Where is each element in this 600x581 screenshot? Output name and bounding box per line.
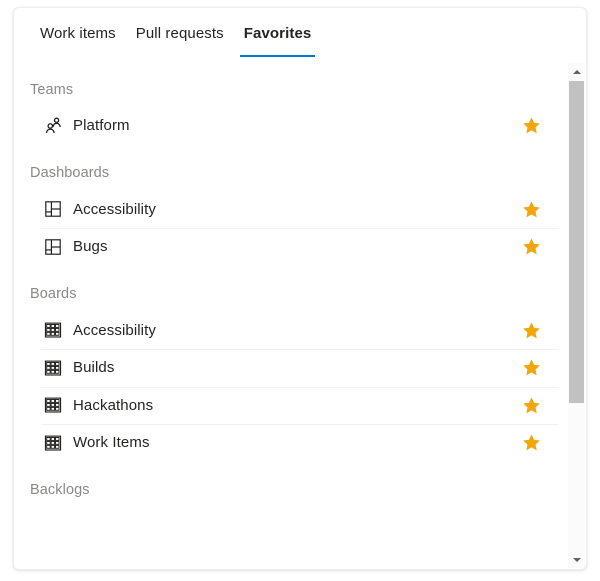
favorite-star-icon[interactable] (522, 358, 541, 377)
favorite-row-label: Platform (73, 117, 130, 135)
section-header-backlogs: Backlogs (30, 481, 90, 498)
favorite-star-icon[interactable] (522, 116, 541, 135)
favorite-row[interactable]: Bugs (29, 228, 558, 266)
chevron-down-icon (572, 557, 581, 562)
favorites-list: Teams Platform Dashboards Accessibility Bugs… (14, 63, 568, 508)
section-header-boards: Boards (30, 285, 77, 302)
tab-favorites[interactable]: Favorites (234, 8, 322, 57)
favorite-row[interactable]: Platform (29, 107, 558, 145)
chevron-up-icon (572, 69, 581, 74)
favorite-star-icon[interactable] (522, 200, 541, 219)
favorite-row-label: Bugs (73, 238, 108, 256)
favorite-star-icon[interactable] (522, 321, 541, 340)
favorite-row[interactable]: Accessibility (29, 191, 558, 229)
scrollbar-thumb[interactable] (569, 81, 584, 403)
favorite-star-icon[interactable] (522, 237, 541, 256)
favorites-panel: Work items Pull requests Favorites Teams Pl… (13, 7, 587, 570)
dashboard-icon (42, 199, 64, 219)
board-icon (42, 358, 64, 378)
favorite-row-label: Hackathons (73, 396, 154, 414)
scroll-down-button[interactable] (568, 551, 585, 568)
tab-bar: Work items Pull requests Favorites (14, 8, 586, 63)
tab-label: Favorites (243, 25, 312, 42)
favorite-star-icon[interactable] (522, 396, 541, 415)
tab-work-items[interactable]: Work items (30, 8, 126, 42)
favorite-row[interactable]: Hackathons (29, 386, 558, 425)
section-header-teams: Teams (30, 82, 74, 98)
dashboard-icon (42, 237, 64, 257)
favorite-row-label: Accessibility (73, 200, 156, 218)
favorite-row[interactable]: Work Items (29, 424, 558, 462)
tab-active-indicator (239, 55, 316, 57)
favorite-row-label: Work Items (73, 434, 150, 452)
vertical-scrollbar[interactable] (568, 63, 585, 568)
favorite-row-label: Accessibility (73, 321, 156, 339)
tab-label: Pull requests (135, 25, 224, 42)
tab-label: Work items (40, 25, 116, 42)
board-icon (42, 395, 64, 415)
section-header-dashboards: Dashboards (30, 164, 110, 181)
board-icon (42, 320, 64, 340)
favorite-row[interactable]: Builds (29, 349, 558, 387)
favorite-row[interactable]: Accessibility (29, 312, 558, 350)
tab-pull-requests[interactable]: Pull requests (126, 8, 234, 42)
favorites-scroll-region: Teams Platform Dashboards Accessibility Bugs… (14, 63, 586, 569)
scroll-up-button[interactable] (568, 63, 585, 80)
people-icon (42, 116, 64, 136)
board-icon (42, 433, 64, 453)
favorite-row-label: Builds (73, 359, 115, 377)
favorite-star-icon[interactable] (522, 433, 541, 452)
